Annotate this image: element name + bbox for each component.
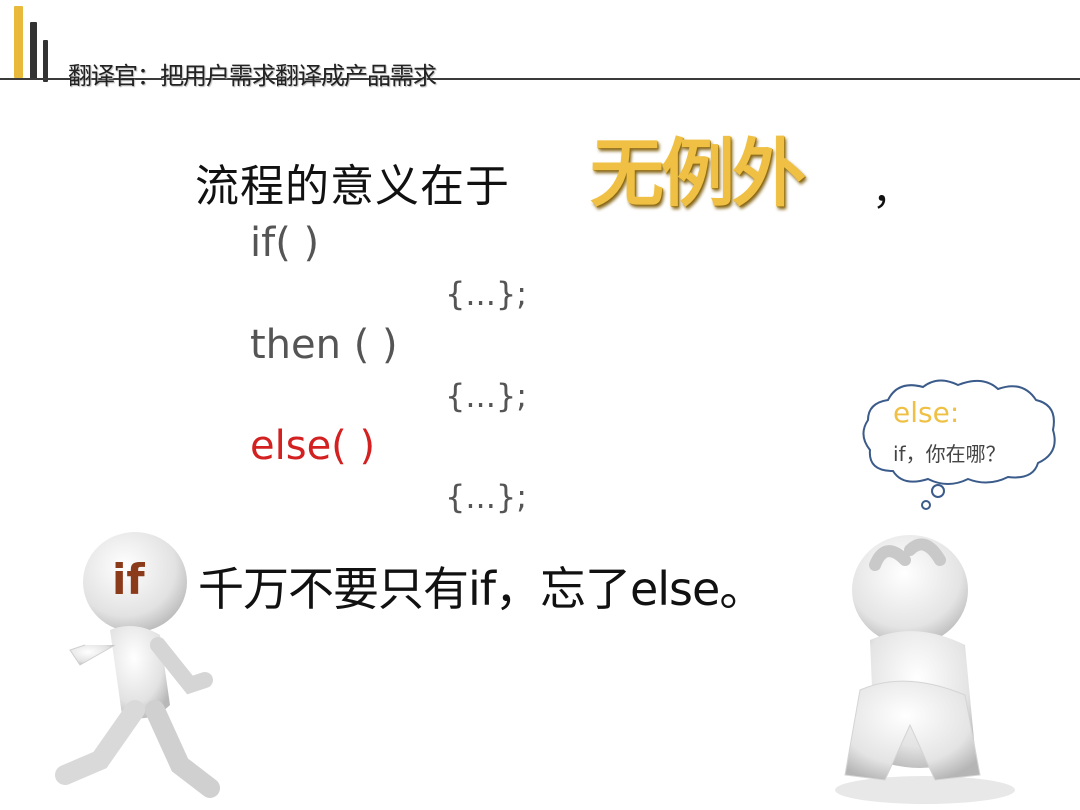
bubble-else-text: else:	[893, 396, 960, 429]
code-else-line: else( )	[250, 423, 376, 469]
sitting-figure-illustration	[835, 535, 1015, 804]
bubble-question-text: if，你在哪？	[893, 442, 1006, 466]
code-if-line: if( )	[250, 220, 320, 266]
code-block-3: {...};	[445, 478, 528, 516]
header-title: 翻译官：把用户需求翻译成产品需求	[68, 62, 437, 90]
header-gold-bar	[14, 6, 23, 78]
header-dark-bar	[30, 22, 37, 80]
main-heading: 流程的意义在于	[195, 161, 510, 212]
code-block-2: {...};	[445, 377, 528, 415]
bottom-message: 千万不要只有if，忘了else。	[198, 562, 765, 616]
header-dark-bar-small	[43, 40, 48, 82]
code-then-line: then ( )	[250, 322, 398, 368]
slide: 翻译官：把用户需求翻译成产品需求 流程的意义在于 无例外 ， if( ) {..…	[0, 0, 1080, 810]
highlight-text: 无例外	[590, 131, 806, 217]
if-label: if	[112, 555, 145, 604]
heading-comma: ，	[872, 168, 912, 214]
code-block-1: {...};	[445, 275, 528, 313]
